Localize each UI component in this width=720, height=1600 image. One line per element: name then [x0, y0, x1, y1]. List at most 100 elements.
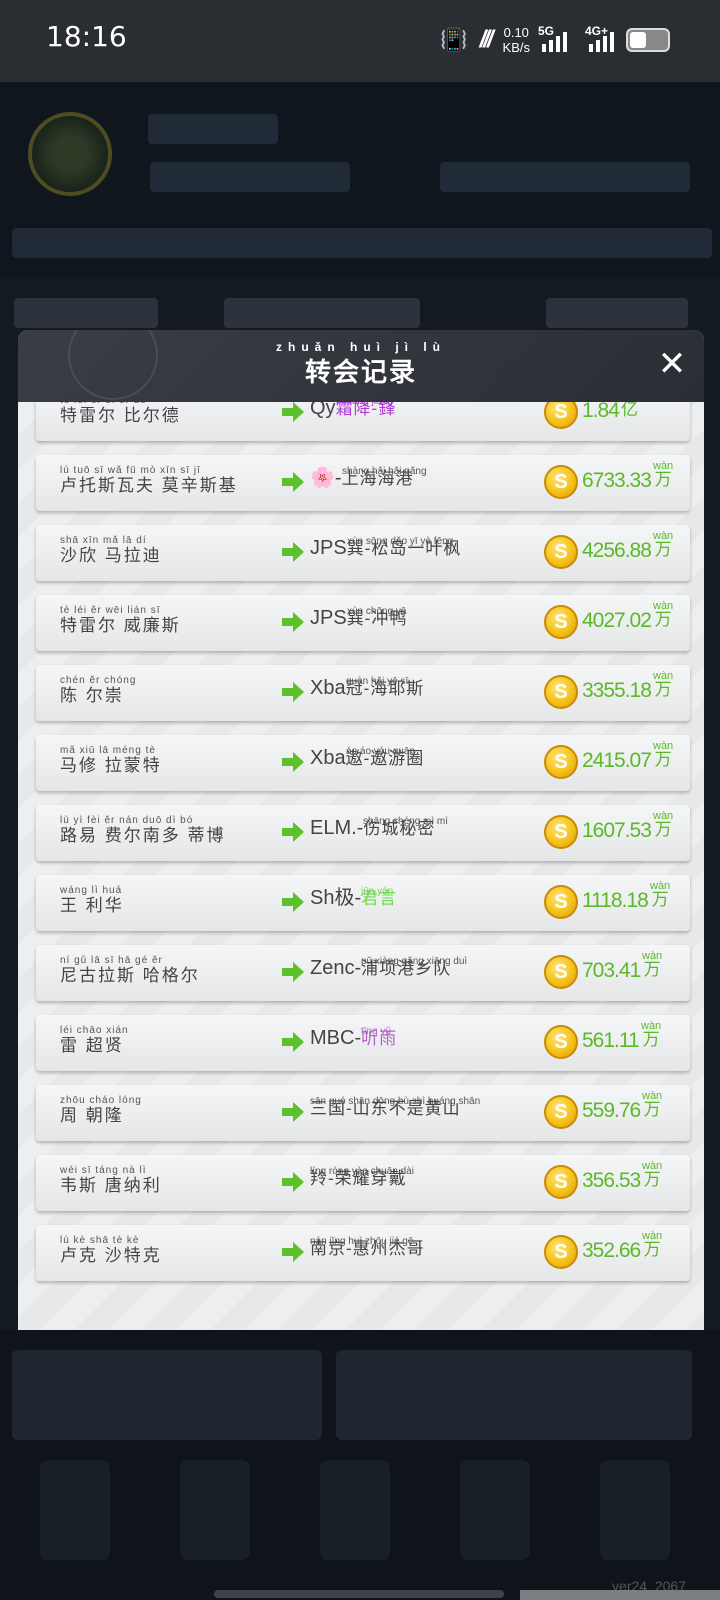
- team-name-pinyin: nán jīng huì zhōu jié gē: [310, 1236, 414, 1247]
- team-name-pinyin: shàng hǎi hǎi gǎng: [342, 466, 427, 477]
- brand-icon: ///: [479, 26, 494, 53]
- arrow-right-icon: [280, 749, 306, 775]
- transfer-amount: 3355.18: [582, 679, 652, 702]
- coin-icon: S: [544, 1165, 578, 1199]
- player-name-text: 卢克 沙特克: [60, 1246, 162, 1265]
- close-icon[interactable]: ✕: [654, 346, 690, 382]
- transfer-list[interactable]: tè léi ěr bǐ ěr dé特雷尔 比尔德 Qy霜降-鋒shuāng ji…: [18, 402, 704, 1330]
- net-speed: 0.10 KB/s: [503, 25, 530, 55]
- arrow-right-icon: [280, 679, 306, 705]
- team-prefix: Xba: [310, 747, 346, 769]
- amount-unit-text: 万: [643, 1170, 661, 1189]
- transfer-row[interactable]: léi chāo xián 雷 超贤 MBC-听雨 tīng yǔ S 561.11 wàn…: [36, 1015, 690, 1071]
- amount-unit-text: 万: [654, 610, 672, 629]
- amount-unit: yì亿: [621, 402, 638, 418]
- transfer-row[interactable]: tè léi ěr wēi lián sī 特雷尔 威廉斯 JPS巽-冲鸭 xùn c…: [36, 595, 690, 651]
- player-name-text: 韦斯 唐纳利: [60, 1176, 162, 1195]
- arrow-right-icon: [280, 1099, 306, 1125]
- amount-unit: wàn 万: [642, 1089, 662, 1118]
- nav-item-5[interactable]: [600, 1460, 670, 1560]
- player-name-text: 沙欣 马拉迪: [60, 546, 162, 565]
- transfer-row[interactable]: shā xīn mǎ lā dí 沙欣 马拉迪 JPS巽-松岛一叶枫 xùn sōng…: [36, 525, 690, 581]
- home-indicator[interactable]: [214, 1590, 504, 1598]
- nav-item-4[interactable]: [460, 1460, 530, 1560]
- amount-unit-text: 万: [654, 540, 672, 559]
- coin-icon: S: [544, 535, 578, 569]
- coin-icon: S: [544, 815, 578, 849]
- player-name: lú kè shā tè kè 卢克 沙特克: [60, 1235, 280, 1265]
- arrow-right-icon: [280, 959, 306, 985]
- player-name: chén ěr chóng 陈 尔崇: [60, 675, 280, 705]
- amount-unit: wàn 万: [653, 809, 673, 838]
- nav-item-1[interactable]: [40, 1460, 110, 1560]
- transfer-amount: 4027.02: [582, 609, 652, 632]
- team-name-pinyin: guàn hǎi yē sī: [346, 676, 409, 687]
- transfer-amount: 1.84: [582, 402, 620, 422]
- status-icons: 📳 /// 0.10 KB/s 5G 4G+: [440, 22, 670, 58]
- amount-unit: wàn 万: [653, 739, 673, 769]
- net-speed-value: 0.10: [503, 25, 529, 40]
- team-prefix: Qy: [310, 402, 336, 419]
- amount-unit: wàn 万: [650, 879, 670, 908]
- new-team: Zenc-浦项港乡队 pǔ xiàng gǎng xiāng duì: [310, 955, 550, 982]
- new-team: MBC-听雨 tīng yǔ: [310, 1025, 550, 1052]
- game-header-background: [0, 82, 720, 278]
- transfer-row[interactable]: tè léi ěr bǐ ěr dé特雷尔 比尔德 Qy霜降-鋒shuāng ji…: [36, 402, 690, 441]
- new-team: Xba遨-遨游圈 áo áo yóu quān: [310, 745, 550, 772]
- player-name-text: 路易 费尔南多 蒂博: [60, 826, 226, 845]
- team-prefix: JPS: [310, 537, 347, 559]
- new-team: 🌸-上海海港 shàng hǎi hǎi gǎng: [310, 465, 550, 492]
- transfer-amount: 4256.88: [582, 539, 652, 562]
- team-name-pinyin: xùn chōng yā: [347, 606, 407, 617]
- transfer-row[interactable]: wáng lì huá 王 利华 Sh极-君言 jūn yán S 1118.18 wàn 万: [36, 875, 690, 931]
- battery-icon: [626, 28, 670, 52]
- transfer-amount: 352.66: [582, 1239, 641, 1262]
- team-name-pinyin: áo áo yóu quān: [346, 746, 415, 757]
- team-prefix: Sh极-: [310, 887, 362, 909]
- transfer-row[interactable]: wéi sī táng nà lì 韦斯 唐纳利 羚-荣耀穿戴 líng róng y…: [36, 1155, 690, 1211]
- new-team: JPS巽-松岛一叶枫 xùn sōng dǎo yī yè fēng: [310, 535, 550, 562]
- arrow-right-icon: [280, 819, 306, 845]
- team-prefix: JPS: [310, 607, 347, 629]
- dialog-title: zhuǎn huì jì lù 转会记录: [18, 340, 704, 389]
- player-name-text: 王 利华: [60, 896, 124, 915]
- transfer-row[interactable]: lù yì fèi ěr nán duō dì bó 路易 费尔南多 蒂博 ELM.…: [36, 805, 690, 861]
- amount-unit-text: 万: [654, 680, 672, 699]
- player-name: shā xīn mǎ lā dí 沙欣 马拉迪: [60, 535, 280, 565]
- amount-unit: wàn 万: [642, 1229, 662, 1258]
- arrow-right-icon: [280, 889, 306, 915]
- status-bar: 18:16 📳 /// 0.10 KB/s 5G 4G+: [0, 0, 720, 82]
- nav-item-3[interactable]: [320, 1460, 390, 1560]
- coin-icon: S: [544, 402, 578, 429]
- transfer-amount: 356.53: [582, 1169, 641, 1192]
- player-name-text: 特雷尔 威廉斯: [60, 616, 181, 635]
- transfer-row[interactable]: lú tuō sī wǎ fū mò xīn sī jī 卢托斯瓦夫 莫辛斯基 🌸-…: [36, 455, 690, 511]
- transfer-row[interactable]: zhōu cháo lóng 周 朝隆 三国-山东不是黄山 sān guó shān …: [36, 1085, 690, 1141]
- player-name: wáng lì huá 王 利华: [60, 885, 280, 915]
- team-prefix: Xba: [310, 677, 346, 699]
- game-footer-background: [0, 1330, 720, 1600]
- transfer-amount: 559.76: [582, 1099, 641, 1122]
- arrow-right-icon: [280, 1169, 306, 1195]
- new-team: Xba冠-海耶斯 guàn hǎi yē sī: [310, 675, 550, 702]
- coin-icon: S: [544, 885, 578, 919]
- team-name-pinyin: tīng yǔ: [361, 1026, 392, 1037]
- new-team: ELM.-伤城秘密 shāng chéng mì mì: [310, 815, 550, 842]
- transfer-amount: 2415.07: [582, 749, 652, 772]
- arrow-right-icon: [280, 539, 306, 565]
- amount-unit-text: 万: [654, 750, 672, 769]
- nav-item-2[interactable]: [180, 1460, 250, 1560]
- transfer-row[interactable]: lú kè shā tè kè 卢克 沙特克 南京-惠州杰哥 nán jīng huì…: [36, 1225, 690, 1281]
- amount-unit: wàn 万: [653, 459, 673, 488]
- team-name-pinyin: pǔ xiàng gǎng xiāng duì: [361, 956, 468, 967]
- transfer-row[interactable]: ní gǔ lā sī hā gé ěr 尼古拉斯 哈格尔 Zenc-浦项港乡队 pǔ…: [36, 945, 690, 1001]
- signal-4g-icon: 4G+: [585, 24, 614, 52]
- transfer-row[interactable]: chén ěr chóng 陈 尔崇 Xba冠-海耶斯 guàn hǎi yē sī S…: [36, 665, 690, 721]
- coin-icon: S: [544, 1095, 578, 1129]
- player-name-text: 尼古拉斯 哈格尔: [60, 966, 200, 985]
- team-prefix: 🌸-: [310, 467, 342, 489]
- team-prefix: ELM.-: [310, 817, 364, 839]
- transfer-row[interactable]: mǎ xiū lā méng tè 马修 拉蒙特 Xba遨-遨游圈 áo áo yóu…: [36, 735, 690, 791]
- transfer-amount: 1607.53: [582, 819, 652, 842]
- amount-unit: wàn 万: [653, 529, 673, 559]
